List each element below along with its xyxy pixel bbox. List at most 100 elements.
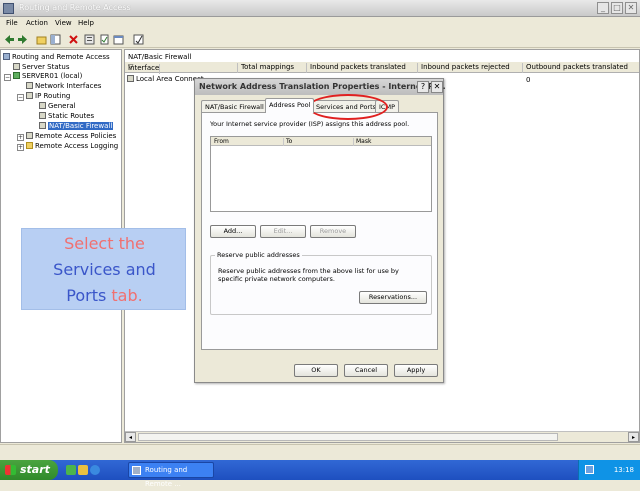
taskbar-item-routing[interactable]: Routing and Remote ... bbox=[128, 462, 214, 488]
policies-icon bbox=[26, 132, 33, 139]
menu-action[interactable]: Action bbox=[26, 19, 48, 27]
dialog-close-button[interactable]: ✕ bbox=[431, 81, 443, 93]
up-icon[interactable] bbox=[36, 34, 47, 45]
pool-column-to[interactable]: To bbox=[286, 138, 354, 146]
ok-button[interactable]: OK bbox=[294, 364, 338, 377]
pool-column-headers: From To Mask bbox=[211, 137, 431, 146]
back-icon[interactable] bbox=[4, 34, 15, 45]
menu-file[interactable]: File bbox=[6, 19, 18, 27]
collapse-icon[interactable]: − bbox=[17, 94, 24, 101]
connection-icon bbox=[127, 75, 134, 82]
dialog-title: Network Address Translation Properties -… bbox=[199, 82, 446, 91]
scroll-left-icon[interactable]: ◂ bbox=[125, 432, 136, 442]
expand-icon[interactable]: + bbox=[17, 134, 24, 141]
server-status-icon bbox=[13, 63, 20, 70]
tree-item-ip-routing[interactable]: − IP Routing bbox=[17, 92, 70, 101]
system-tray: 13:18 bbox=[578, 460, 640, 480]
start-button[interactable]: start bbox=[0, 460, 58, 480]
row-outbound-translated: 0 bbox=[526, 76, 531, 84]
tree-item-static-routes[interactable]: Static Routes bbox=[39, 112, 94, 120]
dialog-titlebar: Network Address Translation Properties -… bbox=[195, 79, 446, 95]
column-header-inbound-rejected[interactable]: Inbound packets rejected bbox=[421, 63, 523, 73]
show-desktop-icon[interactable] bbox=[66, 465, 76, 475]
tree-item-nat-basic-firewall[interactable]: NAT/Basic Firewall bbox=[39, 122, 114, 130]
tree-item-server01[interactable]: − SERVER01 (local) bbox=[4, 72, 82, 81]
horizontal-scrollbar[interactable]: ◂ ▸ bbox=[125, 431, 639, 442]
status-bar bbox=[0, 444, 640, 460]
instruction-callout: Select the Services and Ports tab. bbox=[21, 228, 186, 310]
column-headers: Interface ▽ Total mappings Inbound packe… bbox=[125, 62, 639, 74]
internet-explorer-icon[interactable] bbox=[90, 465, 100, 475]
menu-help[interactable]: Help bbox=[78, 19, 94, 27]
routing-icon bbox=[3, 53, 10, 60]
column-header-interface[interactable]: Interface ▽ bbox=[128, 63, 238, 74]
scroll-thumb[interactable] bbox=[138, 433, 558, 441]
forward-icon[interactable] bbox=[17, 34, 28, 45]
toolbar bbox=[0, 31, 640, 48]
taskbar: start Routing and Remote ... EN 13:18 bbox=[0, 460, 640, 488]
group-description: Reserve public addresses from the above … bbox=[218, 267, 399, 283]
static-routes-icon bbox=[39, 112, 46, 119]
column-header-outbound-translated[interactable]: Outbound packets translated bbox=[526, 63, 639, 73]
menu-view[interactable]: View bbox=[55, 19, 72, 27]
add-button[interactable]: Add... bbox=[210, 225, 256, 238]
cancel-button[interactable]: Cancel bbox=[344, 364, 388, 377]
window-title: Routing and Remote Access bbox=[19, 3, 131, 12]
close-button[interactable]: ✕ bbox=[625, 2, 637, 14]
remove-button[interactable]: Remove bbox=[310, 225, 356, 238]
export-icon[interactable] bbox=[113, 34, 124, 45]
window-titlebar: Routing and Remote Access _ □ ✕ bbox=[0, 0, 640, 17]
properties-icon[interactable] bbox=[84, 34, 95, 45]
tree-item-general[interactable]: General bbox=[39, 102, 76, 110]
nat-properties-dialog: Network Address Translation Properties -… bbox=[194, 78, 446, 383]
column-header-inbound-translated[interactable]: Inbound packets translated bbox=[310, 63, 418, 73]
show-tree-icon[interactable] bbox=[50, 34, 61, 45]
minimize-button[interactable]: _ bbox=[597, 2, 609, 14]
expand-icon[interactable]: + bbox=[17, 144, 24, 151]
address-pool-list[interactable]: From To Mask bbox=[210, 136, 432, 212]
general-icon bbox=[39, 102, 46, 109]
column-header-total-mappings[interactable]: Total mappings bbox=[241, 63, 307, 73]
callout-line-3: Ports tab. bbox=[66, 286, 143, 305]
refresh-icon[interactable] bbox=[99, 34, 110, 45]
ip-routing-icon bbox=[26, 92, 33, 99]
app-icon bbox=[3, 3, 14, 14]
explorer-icon[interactable] bbox=[78, 465, 88, 475]
pool-column-mask[interactable]: Mask bbox=[356, 138, 431, 146]
collapse-icon[interactable]: − bbox=[4, 74, 11, 81]
tab-highlight-ellipse bbox=[308, 94, 388, 120]
menu-bar: File Action View Help bbox=[0, 17, 640, 30]
reservations-button[interactable]: Reservations... bbox=[359, 291, 427, 304]
tab-panel-address-pool: Your Internet service provider (ISP) ass… bbox=[201, 112, 438, 350]
tab-nat-basic-firewall[interactable]: NAT/Basic Firewall bbox=[201, 100, 268, 112]
maximize-button[interactable]: □ bbox=[611, 2, 623, 14]
tree-item-remote-access-logging[interactable]: + Remote Access Logging bbox=[17, 142, 118, 151]
group-label: Reserve public addresses bbox=[215, 251, 302, 259]
clock: 13:18 bbox=[613, 466, 634, 474]
pool-description: Your Internet service provider (ISP) ass… bbox=[210, 120, 410, 128]
help-icon[interactable] bbox=[133, 34, 144, 45]
edit-button[interactable]: Edit... bbox=[260, 225, 306, 238]
callout-line-1: Select the bbox=[64, 234, 145, 253]
apply-button[interactable]: Apply bbox=[394, 364, 438, 377]
reserve-addresses-group: Reserve public addresses Reserve public … bbox=[210, 251, 432, 315]
nat-icon bbox=[39, 122, 46, 129]
dialog-help-button[interactable]: ? bbox=[417, 81, 429, 93]
tree-root[interactable]: Routing and Remote Access bbox=[3, 53, 110, 61]
network-interfaces-icon bbox=[26, 82, 33, 89]
table-row[interactable]: Local Area Connect bbox=[127, 75, 204, 83]
callout-line-2: Services and bbox=[53, 260, 156, 279]
scroll-right-icon[interactable]: ▸ bbox=[628, 432, 639, 442]
folder-icon bbox=[26, 142, 33, 149]
network-tray-icon[interactable] bbox=[585, 465, 594, 474]
routing-icon bbox=[132, 466, 141, 475]
delete-icon[interactable] bbox=[68, 34, 79, 45]
tree-item-network-interfaces[interactable]: Network Interfaces bbox=[26, 82, 101, 90]
tab-address-pool[interactable]: Address Pool bbox=[265, 98, 315, 113]
tree-item-server-status[interactable]: Server Status bbox=[13, 63, 70, 71]
pool-column-from[interactable]: From bbox=[214, 138, 284, 146]
tree-item-remote-access-policies[interactable]: + Remote Access Policies bbox=[17, 132, 116, 141]
pane-title: NAT/Basic Firewall bbox=[128, 53, 192, 61]
server-icon bbox=[13, 72, 20, 79]
windows-logo-icon bbox=[5, 465, 16, 475]
